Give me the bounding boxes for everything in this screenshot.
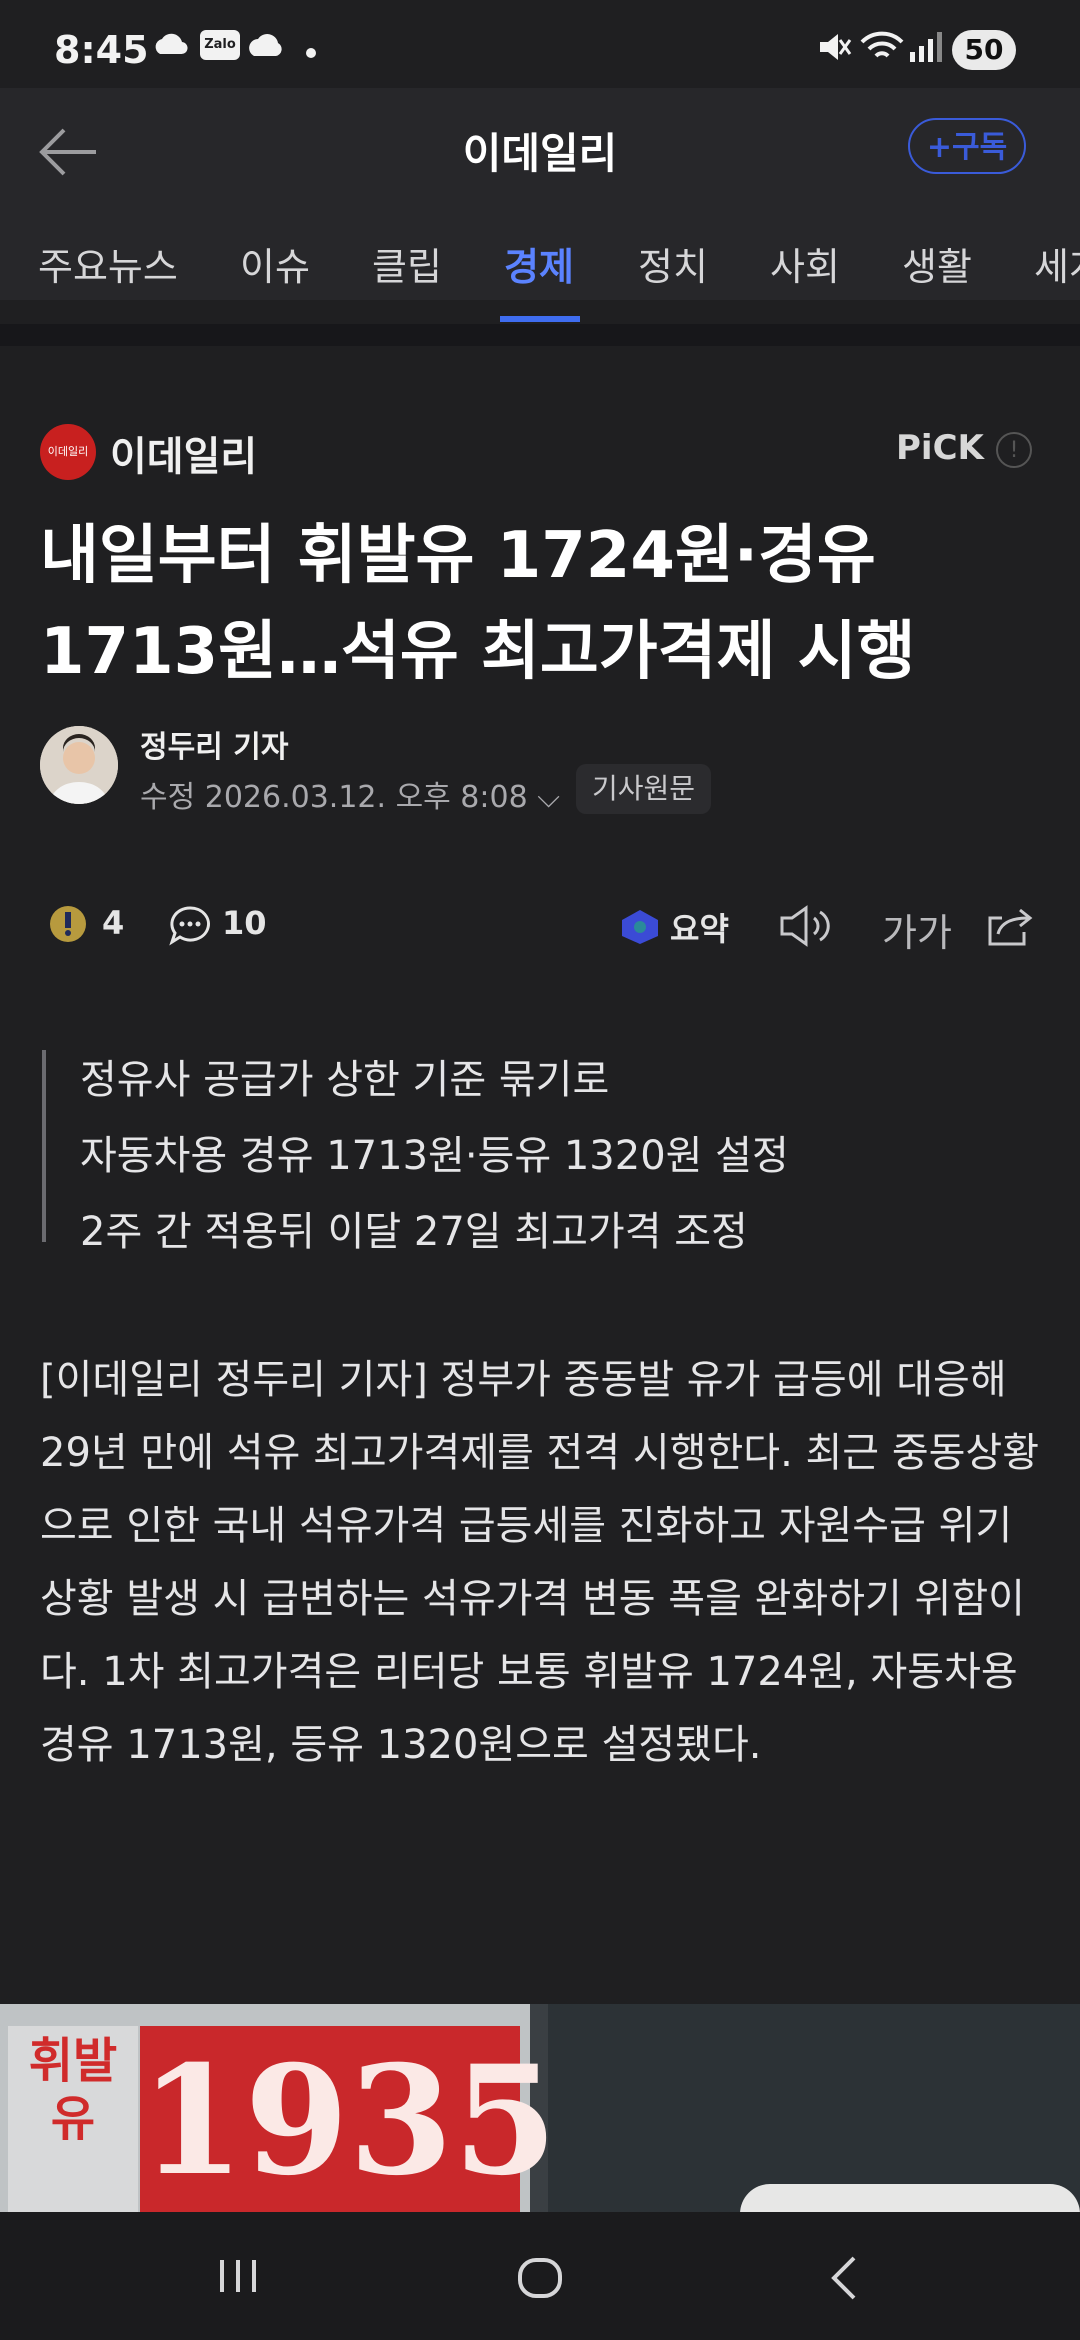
font-size-button[interactable]: 가가 [882, 902, 952, 957]
original-article-button[interactable]: 기사원문 [576, 764, 712, 814]
reaction-count: 4 [102, 904, 125, 942]
system-nav-bar [0, 2212, 1080, 2340]
category-tabs: 주요뉴스 이슈 클립 경제 정치 사회 생활 세계 [0, 236, 1080, 324]
comment-icon[interactable] [168, 904, 212, 948]
mute-icon [820, 34, 852, 60]
article-photo[interactable]: 휘발유 1935 [0, 2004, 1080, 2224]
tab-clip[interactable]: 클립 [372, 236, 442, 291]
reaction-icon[interactable] [46, 902, 92, 950]
tab-major-news[interactable]: 주요뉴스 [38, 236, 178, 291]
reporter-avatar-icon [40, 726, 118, 804]
article-dateline[interactable]: 수정 2026.03.12. 오후 8:08 ⌵ [140, 772, 560, 816]
status-bar: 8:45 Zalo 50 [0, 0, 1080, 88]
home-icon[interactable] [516, 2256, 564, 2300]
tab-life[interactable]: 생활 [902, 236, 972, 291]
signal-icon [910, 32, 942, 62]
sign-price: 1935 [140, 2026, 557, 2216]
quote-line: 정유사 공급가 상한 기준 묶기로 [80, 1057, 610, 1103]
reporter-name[interactable]: 정두리 기자 [140, 722, 288, 766]
subscribe-button[interactable]: +구독 [908, 118, 1026, 174]
zalo-icon: Zalo [200, 30, 240, 60]
cloud-icon [155, 33, 188, 55]
dot-icon [306, 48, 316, 58]
pick-badge: PiCK [896, 428, 984, 468]
battery-indicator: 50 [952, 30, 1016, 70]
info-icon[interactable]: ! [996, 432, 1032, 468]
sign-label: 휘발유 [8, 2026, 138, 2216]
dateline-text: 수정 2026.03.12. 오후 8:08 [140, 780, 528, 815]
divider [0, 324, 1080, 346]
tab-economy[interactable]: 경제 [504, 236, 574, 291]
summary-quote: 정유사 공급가 상한 기준 묶기로 자동차용 경유 1713원·등유 1320원… [80, 1042, 789, 1270]
quote-bar [42, 1050, 46, 1242]
article-body: [이데일리 정두리 기자] 정부가 중동발 유가 급등에 대응해 29년 만에 … [40, 1357, 1040, 1768]
quote-line: 자동차용 경유 1713원·등유 1320원 설정 [80, 1133, 789, 1179]
summary-icon[interactable] [618, 906, 662, 946]
quote-line: 2주 간 적용뒤 이달 27일 최고가격 조정 [80, 1209, 748, 1255]
tab-world[interactable]: 세계 [1034, 236, 1080, 291]
tab-politics[interactable]: 정치 [638, 236, 708, 291]
tab-issue[interactable]: 이슈 [240, 236, 310, 291]
article-actions: 4 10 요약 가가 [0, 894, 1080, 958]
tab-society[interactable]: 사회 [770, 236, 840, 291]
publisher-logo[interactable]: 이데일리 [40, 424, 96, 480]
wifi-icon [860, 31, 904, 58]
summary-button[interactable]: 요약 [670, 904, 729, 950]
cloud-icon [249, 34, 282, 56]
status-time: 8:45 [54, 28, 149, 72]
share-icon[interactable] [984, 902, 1034, 948]
avatar[interactable] [40, 726, 118, 804]
back-nav-icon[interactable] [826, 2254, 862, 2302]
speaker-icon[interactable] [778, 904, 832, 948]
article-headline: 내일부터 휘발유 1724원·경유 1713원…석유 최고가격제 시행 [40, 519, 916, 689]
recent-apps-icon[interactable] [216, 2256, 260, 2296]
publisher-name[interactable]: 이데일리 [110, 424, 257, 482]
chevron-down-icon: ⌵ [537, 780, 560, 815]
comment-count: 10 [222, 904, 267, 942]
active-tab-indicator [500, 316, 580, 322]
